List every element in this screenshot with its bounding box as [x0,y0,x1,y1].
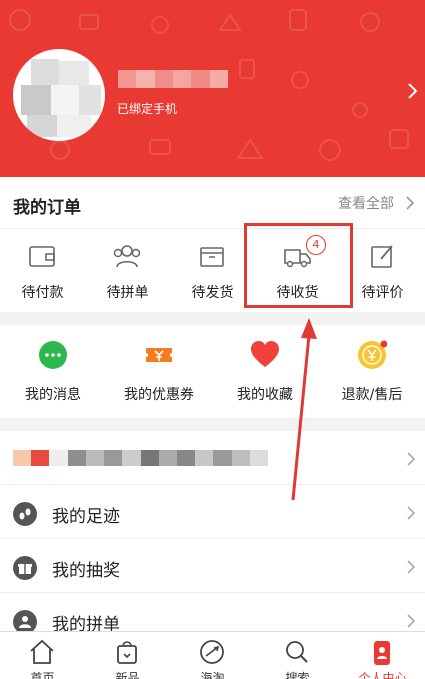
chevron-right-icon[interactable] [404,195,416,211]
refund-coin-icon [358,340,387,369]
chevron-right-icon [407,506,416,520]
phone-bound-status: 已绑定手机 [117,102,178,116]
box-icon [200,247,224,267]
home-icon [30,639,54,664]
order-pending-shipment[interactable]: 待发货 [170,242,255,302]
footprint-icon [13,502,37,526]
new-bag-icon [117,641,137,664]
chevron-right-icon [407,452,416,466]
chevron-right-icon [407,560,416,574]
tab-label: 海淘 [200,671,225,679]
my-favorites[interactable]: 我的收藏 [212,340,318,404]
tab-overseas[interactable]: 海淘 [170,632,255,679]
message-icon [39,341,67,369]
tab-home[interactable]: 首页 [0,632,85,679]
service-label: 我的收藏 [237,387,293,403]
view-all-orders-link[interactable]: 查看全部 [338,193,394,213]
orders-title: 我的订单 [13,198,81,218]
tab-label: 搜索 [285,671,310,679]
tab-profile[interactable]: 个人中心 [340,632,425,679]
menu-item-label: 我的足迹 [52,507,120,527]
group-icon [113,245,141,268]
menu-item-label: 我的抽奖 [52,561,120,581]
tab-label: 首页 [30,671,55,679]
avatar-pixelated-image [13,49,105,141]
order-status-label: 待拼单 [106,285,149,301]
wallet-icon [29,246,55,267]
promo-pixelated-content [13,450,269,466]
tab-label: 新品 [115,671,140,679]
search-icon [286,641,308,663]
chevron-right-icon[interactable] [405,82,419,100]
edit-icon [371,245,393,268]
promo-row[interactable] [0,431,425,485]
heart-icon [251,341,279,367]
order-pending-payment[interactable]: 待付款 [0,242,85,302]
tab-label: 个人中心 [358,671,407,679]
my-footprints-row[interactable]: 我的足迹 [0,485,425,539]
order-pending-group[interactable]: 待拼单 [85,242,170,302]
profile-header[interactable]: 已绑定手机 [0,0,425,177]
my-messages[interactable]: 我的消息 [0,340,106,404]
service-label: 我的消息 [25,387,81,403]
refund-after-sales[interactable]: 退款/售后 [319,340,425,404]
tab-search[interactable]: 搜索 [255,632,340,679]
my-coupons[interactable]: 我的优惠券 [106,340,212,404]
service-label: 退款/售后 [341,387,403,403]
gift-icon [13,556,37,580]
coupon-icon [146,348,172,362]
profile-icon [374,641,390,665]
username-pixelated [118,70,228,88]
menu-list: 我的足迹 我的抽奖 我的拼单 [0,431,425,647]
divider [0,228,425,229]
annotation-highlight-box [244,223,353,308]
chevron-right-icon [407,614,416,628]
service-label: 我的优惠券 [124,387,194,403]
order-status-label: 待付款 [21,285,64,301]
my-lottery-row[interactable]: 我的抽奖 [0,539,425,593]
order-status-label: 待发货 [191,285,234,301]
plane-globe-icon [200,640,224,664]
tab-new[interactable]: 新品 [85,632,170,679]
avatar[interactable] [13,49,105,141]
bottom-tab-bar: 首页 新品 海淘 搜索 个人中心 [0,631,425,679]
